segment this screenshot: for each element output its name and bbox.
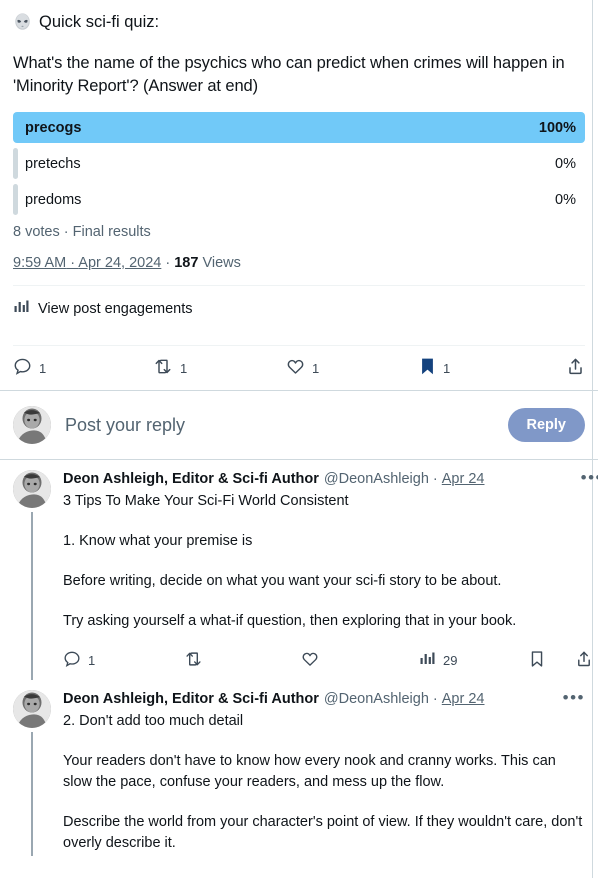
- post-headline-row: Quick sci-fi quiz:: [13, 0, 585, 34]
- poll-option-label: precogs: [25, 119, 82, 136]
- post-question: What's the name of the psychics who can …: [13, 54, 565, 95]
- post-time[interactable]: 9:59 AM: [13, 255, 66, 271]
- reply-date[interactable]: Apr 24: [442, 690, 485, 709]
- poll-option-2[interactable]: predoms 0%: [13, 184, 585, 215]
- reply-author-handle[interactable]: @DeonAshleigh: [324, 690, 429, 709]
- reply-paragraph: Describe the world from your character's…: [63, 814, 583, 851]
- retweet-button[interactable]: [184, 650, 301, 671]
- thread-connector-line: [31, 512, 33, 680]
- poll-bar-fill: [13, 112, 585, 143]
- reply-count: 1: [88, 652, 96, 668]
- reply-title: 3 Tips To Make Your Sci-Fi World Consist…: [63, 493, 349, 509]
- separator-dot: ·: [432, 471, 438, 487]
- heart-icon: [286, 357, 305, 379]
- timestamp-separator-1: ·: [66, 255, 79, 271]
- post-timestamp-row: 9:59 AM · Apr 24, 2024 · 187 Views: [13, 255, 585, 271]
- reply-author-name[interactable]: Deon Ashleigh, Editor & Sci-fi Author: [63, 470, 319, 489]
- timestamp-separator-2: ·: [161, 255, 175, 271]
- reply-paragraph: 1. Know what your premise is: [63, 533, 253, 549]
- reply-author-handle[interactable]: @DeonAshleigh: [324, 470, 429, 489]
- bookmark-button[interactable]: 1: [419, 357, 549, 379]
- reply-avatar-column: [13, 690, 51, 856]
- reply-date[interactable]: Apr 24: [442, 470, 485, 489]
- more-options-icon[interactable]: •••: [563, 689, 585, 706]
- bookmark-button[interactable]: [529, 650, 552, 671]
- reply-author-avatar[interactable]: [13, 470, 51, 508]
- views-count: 187: [174, 255, 199, 271]
- poll-option-percent: 100%: [538, 119, 576, 136]
- reply-author-avatar[interactable]: [13, 690, 51, 728]
- reply-icon: [13, 357, 32, 379]
- bookmark-filled-icon: [419, 357, 436, 379]
- post-headline-text: Quick sci-fi quiz:: [39, 13, 160, 31]
- share-button[interactable]: [566, 357, 585, 379]
- reply-author-row: Deon Ashleigh, Editor & Sci-fi Author @D…: [63, 469, 598, 489]
- view-post-engagements[interactable]: View post engagements: [13, 286, 585, 331]
- poll: precogs 100% pretechs 0% predoms 0% 8 vo…: [13, 112, 585, 240]
- reply-content: Deon Ashleigh, Editor & Sci-fi Author @D…: [51, 469, 598, 680]
- main-post-action-bar: 1 1 1 1: [13, 346, 585, 390]
- like-count: 1: [312, 360, 320, 376]
- reply-title: 2. Don't add too much detail: [63, 713, 244, 729]
- poll-option-label: predoms: [25, 191, 82, 208]
- reply-icon: [63, 650, 81, 671]
- reply-button[interactable]: 1: [13, 357, 153, 379]
- reply-author-row: Deon Ashleigh, Editor & Sci-fi Author @D…: [63, 689, 585, 709]
- views-label: Views: [198, 255, 241, 271]
- view-post-engagements-label: View post engagements: [38, 300, 193, 317]
- share-icon: [566, 357, 585, 379]
- reply-paragraph: Your readers don't have to know how ever…: [63, 753, 556, 790]
- bar-chart-icon: [13, 298, 30, 319]
- bar-chart-icon: [419, 650, 436, 670]
- bookmark-icon: [529, 650, 545, 671]
- reply-composer: Post your reply Reply: [0, 391, 598, 459]
- reply-content: Deon Ashleigh, Editor & Sci-fi Author @D…: [51, 689, 585, 856]
- reply-action-bar: 1 29: [63, 642, 598, 678]
- heart-icon: [301, 650, 319, 671]
- retweet-icon: [184, 650, 203, 671]
- poll-option-1[interactable]: pretechs 0%: [13, 148, 585, 179]
- retweet-button[interactable]: 1: [153, 357, 286, 379]
- share-button[interactable]: [575, 650, 593, 671]
- post-detail-viewport: Quick sci-fi quiz: What's the name of th…: [0, 0, 598, 878]
- reply-paragraph: Try asking yourself a what-if question, …: [63, 613, 517, 629]
- post-date[interactable]: Apr 24, 2024: [78, 255, 161, 271]
- more-options-icon[interactable]: •••: [581, 469, 598, 486]
- main-post: Quick sci-fi quiz: What's the name of th…: [0, 0, 598, 390]
- thread-connector-line: [31, 732, 33, 856]
- reply-avatar-column: [13, 470, 51, 680]
- reply-paragraph: Before writing, decide on what you want …: [63, 573, 502, 589]
- retweet-icon: [153, 357, 173, 379]
- retweet-count: 1: [180, 360, 188, 376]
- separator-dot: ·: [432, 691, 438, 707]
- reply-item: Deon Ashleigh, Editor & Sci-fi Author @D…: [0, 460, 598, 680]
- views-count: 29: [443, 652, 458, 668]
- current-user-avatar[interactable]: [13, 406, 51, 444]
- poll-option-percent: 0%: [555, 191, 576, 208]
- poll-option-percent: 0%: [555, 155, 576, 172]
- bookmark-count: 1: [443, 360, 451, 376]
- share-icon: [575, 650, 593, 671]
- views-button[interactable]: 29: [419, 650, 529, 670]
- reply-submit-button[interactable]: Reply: [507, 408, 585, 442]
- reply-count: 1: [39, 360, 47, 376]
- like-button[interactable]: [301, 650, 419, 671]
- reply-button[interactable]: 1: [63, 650, 184, 671]
- poll-option-label: pretechs: [25, 155, 81, 172]
- poll-option-0[interactable]: precogs 100%: [13, 112, 585, 143]
- reply-input-placeholder[interactable]: Post your reply: [65, 415, 494, 436]
- reply-item: Deon Ashleigh, Editor & Sci-fi Author @D…: [0, 680, 598, 856]
- alien-emoji: [13, 12, 32, 32]
- reply-author-name[interactable]: Deon Ashleigh, Editor & Sci-fi Author: [63, 690, 319, 709]
- like-button[interactable]: 1: [286, 357, 419, 379]
- poll-results-meta: 8 votes · Final results: [13, 224, 151, 240]
